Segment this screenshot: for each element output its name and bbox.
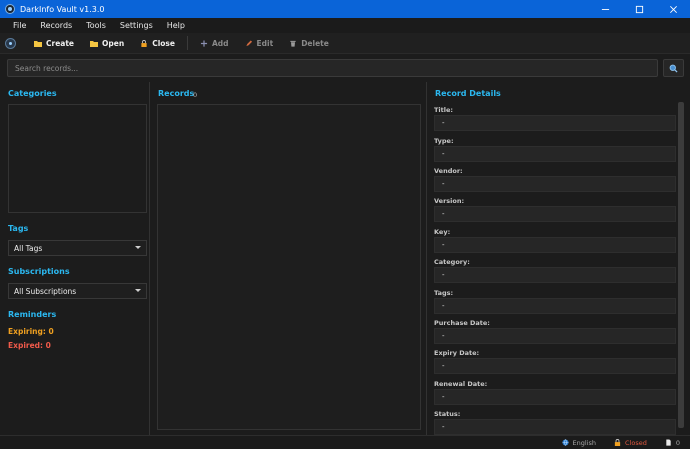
field-value-renewal-date[interactable]: - bbox=[434, 389, 676, 405]
record-count-label: 0 bbox=[675, 438, 680, 447]
field-label-category: Category: bbox=[434, 258, 470, 266]
vault-logo-icon bbox=[5, 37, 16, 49]
field-value-expiry-date[interactable]: - bbox=[434, 358, 676, 374]
add-label: Add bbox=[211, 38, 229, 48]
create-button[interactable]: Create bbox=[26, 34, 82, 52]
lock-icon bbox=[614, 439, 621, 446]
subscriptions-dropdown[interactable]: All Subscriptions bbox=[8, 283, 147, 299]
field-label-version: Version: bbox=[434, 197, 465, 205]
maximize-button[interactable] bbox=[622, 0, 656, 18]
vault-logo-icon bbox=[5, 4, 15, 14]
menu-bar: File Records Tools Settings Help bbox=[0, 18, 690, 33]
subscriptions-selected: All Subscriptions bbox=[14, 286, 77, 296]
lock-icon bbox=[141, 39, 147, 47]
title-bar: DarkInfo Vault v1.3.0 bbox=[0, 0, 690, 18]
plus-icon bbox=[200, 39, 208, 47]
language-label: English bbox=[572, 438, 597, 447]
field-label-status: Status: bbox=[434, 410, 461, 418]
menu-settings[interactable]: Settings bbox=[113, 21, 160, 30]
menu-records[interactable]: Records bbox=[33, 21, 79, 30]
close-window-button[interactable] bbox=[656, 0, 690, 18]
field-value-version[interactable]: - bbox=[434, 206, 676, 222]
search-input[interactable] bbox=[7, 59, 658, 77]
window-controls bbox=[588, 0, 690, 18]
folder-open-icon bbox=[90, 40, 99, 47]
close-vault-button[interactable]: Close bbox=[132, 34, 183, 52]
field-label-expiry-date: Expiry Date: bbox=[434, 349, 480, 357]
reminders-title: Reminders bbox=[8, 310, 57, 319]
close-label: Close bbox=[152, 38, 175, 48]
window-title: DarkInfo Vault v1.3.0 bbox=[20, 4, 105, 14]
minimize-icon bbox=[601, 8, 609, 10]
field-label-key: Key: bbox=[434, 228, 451, 236]
open-label: Open bbox=[102, 38, 125, 48]
menu-tools[interactable]: Tools bbox=[79, 21, 113, 30]
field-value-category[interactable]: - bbox=[434, 267, 676, 283]
menu-file[interactable]: File bbox=[6, 21, 33, 30]
scrollbar-thumb[interactable] bbox=[678, 102, 684, 428]
field-label-renewal-date: Renewal Date: bbox=[434, 380, 488, 388]
edit-label: Edit bbox=[256, 38, 274, 48]
trash-icon bbox=[290, 40, 296, 47]
delete-label: Delete bbox=[301, 38, 329, 48]
minimize-button[interactable] bbox=[588, 0, 622, 18]
details-title: Record Details bbox=[435, 89, 501, 98]
expired-count: Expired: 0 bbox=[8, 341, 51, 350]
vault-state-label: Closed bbox=[625, 438, 647, 447]
open-button[interactable]: Open bbox=[82, 34, 132, 52]
language-status[interactable]: English bbox=[561, 438, 597, 447]
tags-selected: All Tags bbox=[14, 243, 43, 253]
maximize-icon bbox=[635, 5, 643, 13]
add-button[interactable]: Add bbox=[192, 34, 237, 52]
delete-button[interactable]: Delete bbox=[281, 34, 337, 52]
close-icon bbox=[669, 5, 677, 13]
subscriptions-title: Subscriptions bbox=[8, 267, 70, 276]
records-title: Records bbox=[158, 89, 195, 98]
menu-help[interactable]: Help bbox=[160, 21, 192, 30]
details-scrollbar[interactable] bbox=[678, 102, 684, 432]
record-count-status: 0 bbox=[665, 439, 680, 447]
field-value-type[interactable]: - bbox=[434, 146, 676, 162]
folder-icon bbox=[34, 40, 42, 47]
create-label: Create bbox=[46, 38, 75, 48]
search-button[interactable] bbox=[663, 59, 684, 77]
records-panel: Records 0 bbox=[151, 82, 427, 435]
details-panel: Record Details Title: - Type: - Vendor: … bbox=[428, 82, 690, 435]
toolbar-divider bbox=[186, 36, 188, 50]
chevron-down-icon bbox=[135, 289, 141, 292]
field-value-title[interactable]: - bbox=[434, 115, 676, 131]
status-bar: English Closed 0 bbox=[0, 435, 690, 449]
expiring-count: Expiring: 0 bbox=[8, 327, 54, 336]
field-label-type: Type: bbox=[434, 137, 454, 145]
field-value-purchase-date[interactable]: - bbox=[434, 328, 676, 344]
records-list[interactable] bbox=[157, 104, 421, 430]
globe-icon bbox=[561, 439, 569, 446]
search-icon bbox=[669, 64, 678, 73]
vault-state-status: Closed bbox=[614, 439, 647, 447]
categories-list[interactable] bbox=[8, 104, 147, 213]
toolbar: Create Open Close Add Edit Delete bbox=[0, 33, 690, 54]
chevron-down-icon bbox=[135, 246, 141, 249]
field-value-tags[interactable]: - bbox=[434, 298, 676, 314]
edit-button[interactable]: Edit bbox=[237, 34, 282, 52]
field-label-tags: Tags: bbox=[434, 289, 454, 297]
pencil-icon bbox=[245, 39, 252, 46]
field-label-title: Title: bbox=[434, 106, 454, 114]
tags-dropdown[interactable]: All Tags bbox=[8, 240, 147, 256]
tags-title: Tags bbox=[8, 224, 29, 233]
field-value-status[interactable]: - bbox=[434, 419, 676, 435]
records-count: 0 bbox=[193, 91, 198, 99]
field-value-vendor[interactable]: - bbox=[434, 176, 676, 192]
field-label-purchase-date: Purchase Date: bbox=[434, 319, 490, 327]
field-value-key[interactable]: - bbox=[434, 237, 676, 253]
sidebar-panel: Categories Tags All Tags Subscriptions A… bbox=[2, 82, 150, 435]
document-icon bbox=[666, 439, 671, 446]
categories-title: Categories bbox=[8, 89, 57, 98]
field-label-vendor: Vendor: bbox=[434, 167, 463, 175]
